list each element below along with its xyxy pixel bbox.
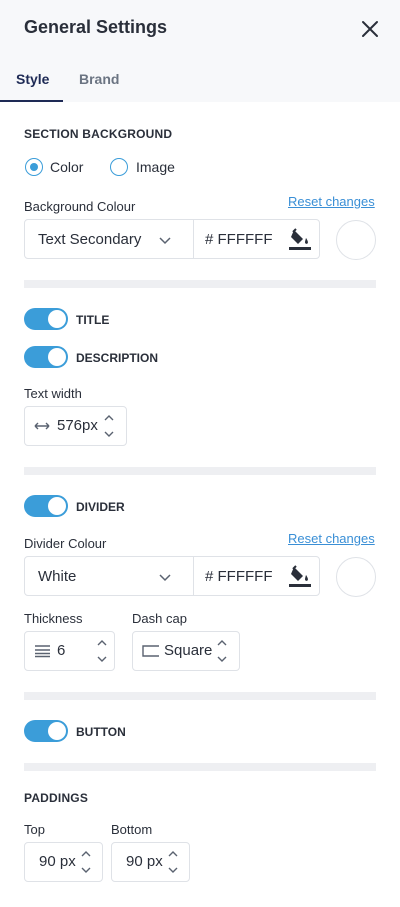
background-colour-swatch[interactable] <box>336 220 376 260</box>
background-hex-input[interactable]: # FFFFFF <box>205 231 273 248</box>
thickness-stepper[interactable]: 6 <box>24 631 115 671</box>
radio-image[interactable] <box>110 158 128 176</box>
dash-cap-label: Dash cap <box>132 611 187 626</box>
dash-cap-value: Square <box>164 642 213 659</box>
reset-divider-link[interactable]: Reset changes <box>288 531 375 546</box>
up-down-arrows-icon[interactable] <box>80 848 92 876</box>
divider-toggle-label: DIVIDER <box>76 500 125 514</box>
horizontal-resize-icon <box>33 419 51 433</box>
close-icon[interactable] <box>358 17 382 41</box>
padding-bottom-label: Bottom <box>111 822 153 837</box>
up-down-arrows-icon[interactable] <box>216 637 228 665</box>
radio-color[interactable] <box>25 158 43 176</box>
radio-color-label: Color <box>50 159 84 175</box>
chevron-down-icon <box>158 570 172 584</box>
divider-colour-label: Divider Colour <box>24 536 107 551</box>
background-colour-select[interactable]: Text Secondary <box>25 220 194 258</box>
title-toggle-label: TITLE <box>76 313 110 327</box>
divider-toggle[interactable] <box>24 495 68 517</box>
text-width-stepper[interactable]: 576px <box>24 406 127 446</box>
thickness-value: 6 <box>57 642 66 659</box>
up-down-arrows-icon[interactable] <box>167 848 179 876</box>
divider-colour-picker: White # FFFFFF <box>24 556 320 596</box>
description-toggle[interactable] <box>24 346 68 368</box>
padding-top-value: 90 px <box>39 853 76 870</box>
background-colour-label: Background Colour <box>24 199 136 214</box>
padding-bottom-value: 90 px <box>126 853 163 870</box>
up-down-arrows-icon[interactable] <box>96 637 108 665</box>
tab-style[interactable]: Style <box>16 71 49 87</box>
reset-background-link[interactable]: Reset changes <box>288 194 375 209</box>
section-divider <box>24 467 376 475</box>
padding-top-stepper[interactable]: 90 px <box>24 842 103 882</box>
section-background-heading: SECTION BACKGROUND <box>24 127 173 141</box>
button-toggle-label: BUTTON <box>76 725 126 739</box>
text-width-value: 576px <box>57 417 98 434</box>
divider-colour-swatch[interactable] <box>336 557 376 597</box>
divider-colour-select[interactable]: White <box>25 557 194 595</box>
padding-top-label: Top <box>24 822 45 837</box>
thickness-label: Thickness <box>24 611 83 626</box>
dash-cap-stepper[interactable]: Square <box>132 631 240 671</box>
button-toggle[interactable] <box>24 720 68 742</box>
padding-bottom-stepper[interactable]: 90 px <box>111 842 190 882</box>
settings-header <box>0 0 400 102</box>
fill-bucket-icon[interactable] <box>288 227 312 251</box>
line-weight-icon <box>34 644 52 658</box>
description-toggle-label: DESCRIPTION <box>76 351 159 365</box>
section-divider <box>24 763 376 771</box>
radio-image-label: Image <box>136 159 175 175</box>
divider-hex-input[interactable]: # FFFFFF <box>205 568 273 585</box>
tab-brand[interactable]: Brand <box>79 71 119 87</box>
square-cap-icon <box>141 644 159 658</box>
title-toggle[interactable] <box>24 308 68 330</box>
section-divider <box>24 692 376 700</box>
section-divider <box>24 280 376 288</box>
chevron-down-icon <box>158 233 172 247</box>
text-width-label: Text width <box>24 386 82 401</box>
background-colour-select-value: Text Secondary <box>38 231 142 248</box>
divider-colour-select-value: White <box>38 568 77 585</box>
fill-bucket-icon[interactable] <box>288 564 312 588</box>
paddings-heading: PADDINGS <box>24 791 89 805</box>
panel-title: General Settings <box>24 17 168 37</box>
background-colour-picker: Text Secondary # FFFFFF <box>24 219 320 259</box>
active-tab-indicator <box>0 100 63 102</box>
up-down-arrows-icon[interactable] <box>103 412 115 440</box>
